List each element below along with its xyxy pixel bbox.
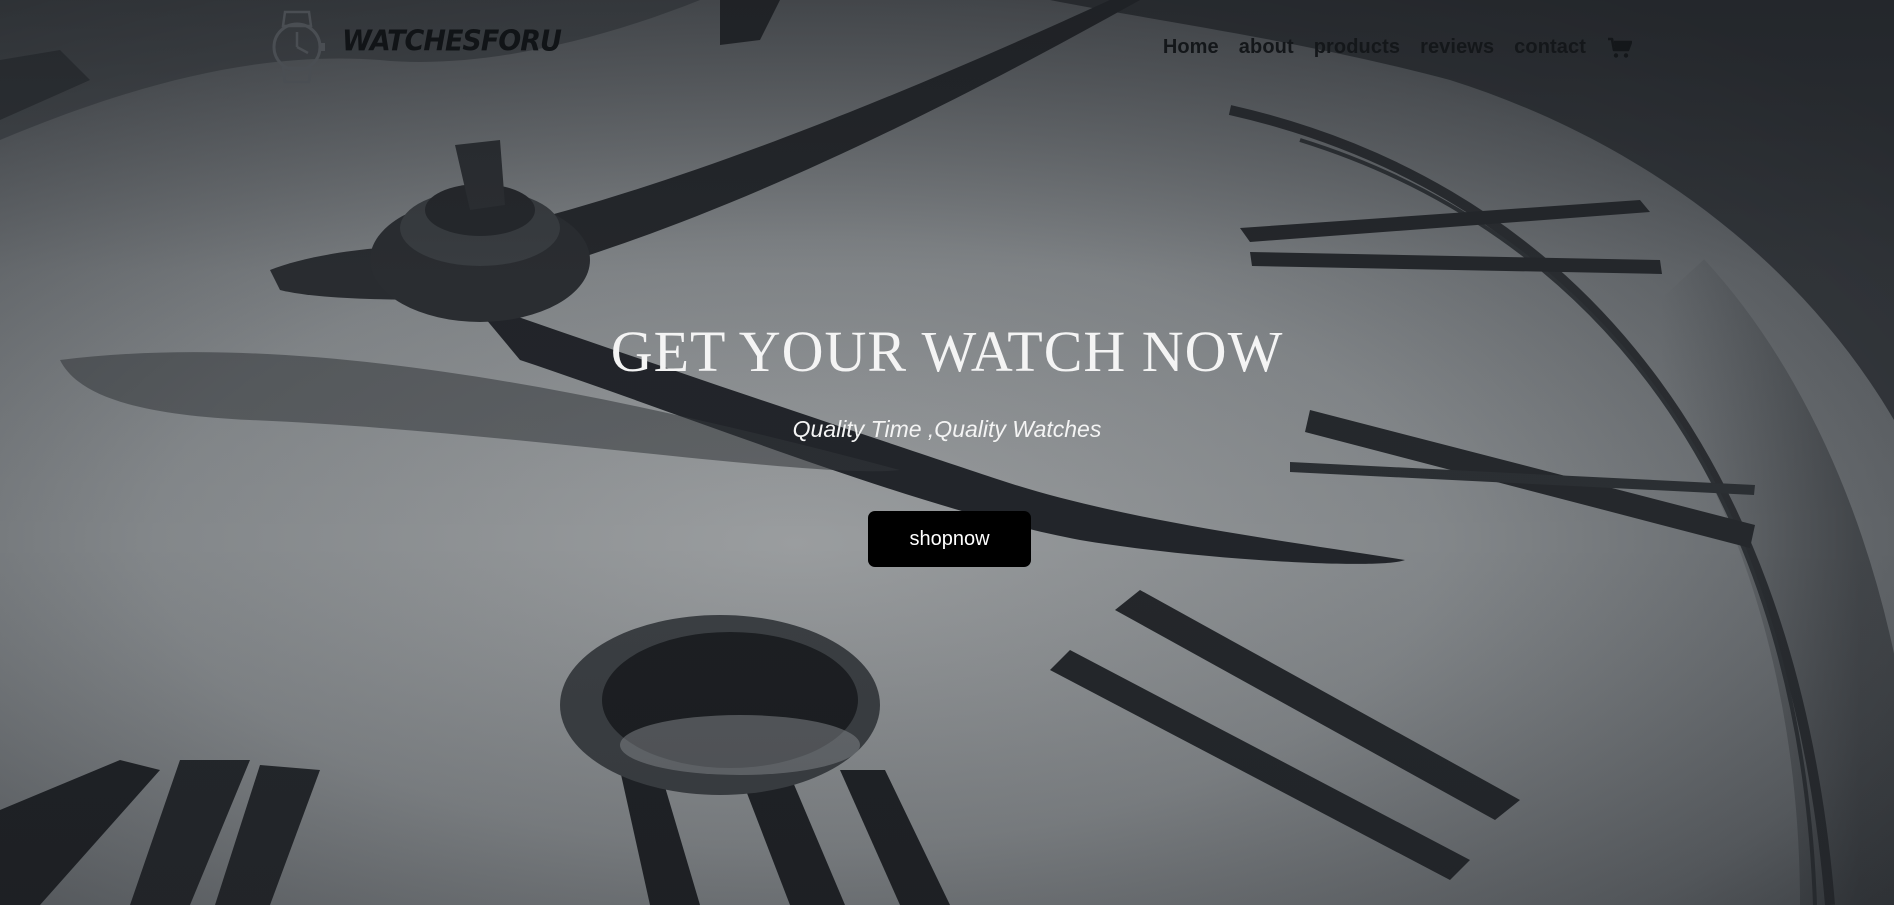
logo-text: WATCHESFORU [342, 24, 562, 58]
watch-icon [272, 10, 325, 84]
shopping-cart-icon[interactable] [1608, 37, 1632, 59]
hero-subtitle: Quality Time ,Quality Watches [792, 416, 1102, 442]
hero-title: GET YOUR WATCH NOW [610, 319, 1284, 384]
logo-link[interactable]: WATCHESFORU [266, 8, 562, 86]
main-nav: Home about products reviews contact [1163, 36, 1632, 59]
site-header: WATCHESFORU Home about products reviews … [0, 0, 1894, 100]
nav-home[interactable]: Home [1163, 36, 1219, 59]
hero-section: WATCHESFORU Home about products reviews … [0, 0, 1894, 905]
nav-contact[interactable]: contact [1514, 36, 1586, 59]
shop-now-button[interactable]: shopnow [868, 511, 1031, 567]
nav-about[interactable]: about [1239, 36, 1294, 59]
nav-products[interactable]: products [1314, 36, 1400, 59]
hero-overlay [0, 0, 1894, 905]
nav-reviews[interactable]: reviews [1420, 36, 1494, 59]
